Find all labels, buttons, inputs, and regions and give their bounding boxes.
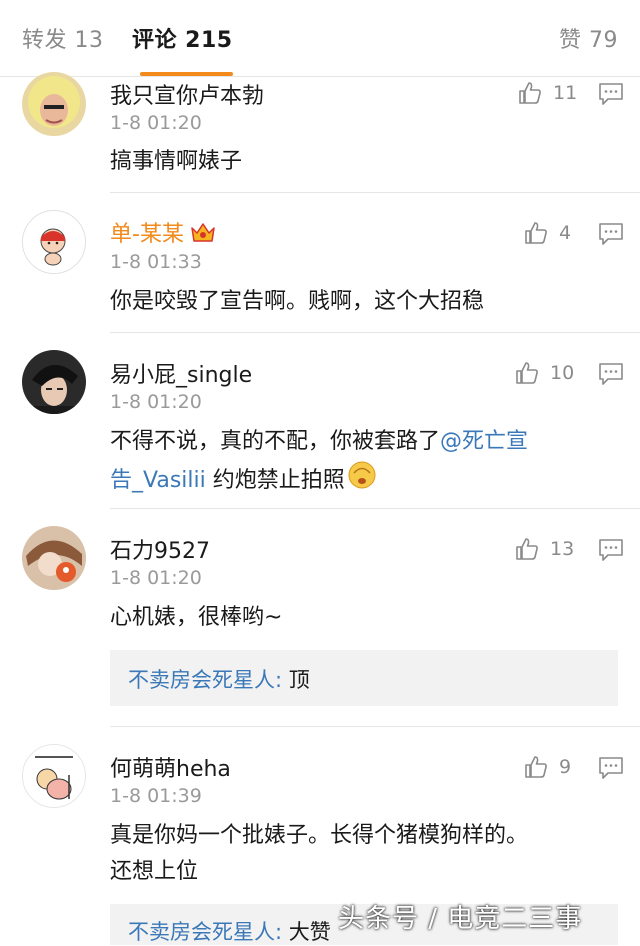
thumbs-up-icon (525, 756, 547, 778)
comment-time: 1-8 01:33 (110, 251, 202, 273)
divider (110, 332, 640, 333)
active-tab-indicator (140, 72, 233, 76)
comment-icon (599, 539, 623, 561)
like-button[interactable]: 4 (523, 220, 571, 246)
tab-repost[interactable]: 转发 13 (22, 22, 104, 54)
like-count: 9 (559, 756, 572, 778)
sub-reply-user[interactable]: 不卖房会死星人: (128, 668, 282, 692)
like-button[interactable]: 11 (517, 80, 577, 106)
comment-icon (599, 223, 623, 245)
like-count: 4 (559, 222, 572, 244)
comment-username[interactable]: 石力9527 (110, 533, 210, 565)
divider (110, 192, 640, 193)
comment-text: 心机婊，很棒哟~ (110, 605, 283, 630)
watermark: 头条号 / 电竞二三事 (338, 904, 583, 934)
comment-icon (599, 757, 623, 779)
sub-reply-text: 不卖房会死星人: 顶 (128, 668, 310, 692)
sub-reply-text: 不卖房会死星人: 大赞 (128, 920, 331, 944)
user-avatar[interactable] (22, 526, 86, 590)
mention-link[interactable]: @死亡宣 (440, 429, 528, 454)
reply-button[interactable] (598, 362, 624, 390)
thumbs-up-icon (516, 362, 538, 384)
meme-avatar-icon (23, 745, 85, 807)
like-button[interactable]: 13 (514, 536, 574, 562)
sub-reply-user[interactable]: 不卖房会死星人: (128, 920, 282, 944)
comment-text: 搞事情啊婊子 (110, 149, 243, 174)
user-avatar[interactable] (22, 350, 86, 414)
emoji-icon (347, 460, 377, 502)
sub-reply[interactable]: 不卖房会死星人: 顶 (110, 650, 618, 706)
comment-icon (599, 363, 623, 385)
divider (110, 508, 640, 509)
comment-text: 你是咬毁了宣告啊。贱啊，这个大招稳 (110, 289, 485, 314)
like-button[interactable]: 9 (523, 754, 571, 780)
comment-text: 真是你妈一个批婊子。长得个猪模狗样的。 还想上位 (110, 823, 529, 884)
blonde-avatar-icon (22, 72, 86, 136)
reply-button[interactable] (598, 756, 624, 784)
comment-icon (599, 83, 623, 105)
anime-avatar-icon (22, 526, 86, 590)
user-avatar[interactable] (22, 744, 86, 808)
comment-username[interactable]: 何萌萌heha (110, 751, 231, 783)
cartoon-avatar-icon (23, 211, 85, 273)
comment-tabs: 转发 13 评论 215 赞 79 (0, 0, 640, 77)
comment-username[interactable]: 易小屁_single (110, 357, 252, 389)
thumbs-up-icon (525, 222, 547, 244)
mention-link[interactable]: 告_Vasilii (110, 468, 206, 493)
like-count: 13 (550, 538, 575, 560)
comment-text: 不得不说，真的不配，你被套路了@死亡宣 告_Vasilii 约炮禁止拍照 (110, 424, 610, 502)
comment-username[interactable]: 单-某某 (110, 216, 216, 250)
dark-hair-avatar-icon (22, 350, 86, 414)
like-count: 10 (550, 362, 575, 384)
tab-like[interactable]: 赞 79 (559, 22, 618, 54)
comment-username[interactable]: 我只宣你卢本勃 (110, 78, 264, 110)
vip-crown-icon (190, 220, 216, 250)
reply-button[interactable] (598, 82, 624, 110)
user-avatar[interactable] (22, 210, 86, 274)
tab-comment[interactable]: 评论 215 (132, 22, 233, 54)
thumbs-up-icon (516, 538, 538, 560)
like-button[interactable]: 10 (514, 360, 574, 386)
comment-time: 1-8 01:20 (110, 567, 202, 589)
reply-button[interactable] (598, 222, 624, 250)
user-avatar[interactable] (22, 72, 86, 136)
comment-time: 1-8 01:39 (110, 785, 202, 807)
like-count: 11 (553, 82, 578, 104)
reply-button[interactable] (598, 538, 624, 566)
thumbs-up-icon (519, 82, 541, 104)
comment-time: 1-8 01:20 (110, 391, 202, 413)
comment-time: 1-8 01:20 (110, 112, 202, 134)
divider (110, 726, 640, 727)
